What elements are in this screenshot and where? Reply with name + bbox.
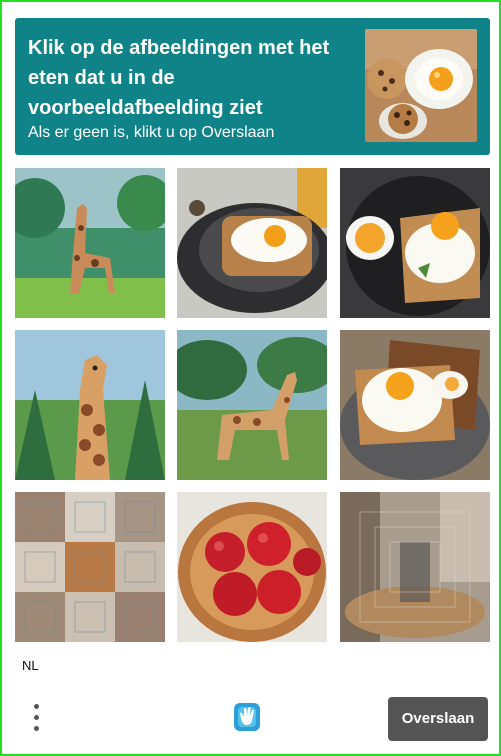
grid-tile[interactable] [15,168,165,318]
grid-tile[interactable] [15,330,165,480]
more-vertical-icon[interactable] [26,699,48,737]
language-selector[interactable]: NL [22,658,39,673]
noise-pattern-image [15,492,165,642]
image-grid [15,168,490,642]
captcha-frame: Klik op de afbeeldingen met het eten dat… [0,0,501,756]
apples-image [177,492,327,642]
giraffe-image [177,330,327,480]
grid-tile[interactable] [340,168,490,318]
example-image [365,29,477,142]
skip-button[interactable]: Overslaan [388,697,488,741]
challenge-subtitle: Als er geen is, klikt u op Overslaan [28,124,275,141]
hcaptcha-hand-icon[interactable] [231,700,263,734]
egg-toast-image [177,168,327,318]
grid-tile[interactable] [177,492,327,642]
egg-toast-image [340,168,490,318]
grid-tile[interactable] [177,168,327,318]
blurred-scene-image [340,492,490,642]
grid-tile[interactable] [340,330,490,480]
grid-tile[interactable] [340,492,490,642]
grid-tile[interactable] [15,492,165,642]
challenge-header: Klik op de afbeeldingen met het eten dat… [15,18,490,155]
giraffe-image [15,168,165,318]
challenge-title: Klik op de afbeeldingen met het eten dat… [28,37,330,119]
giraffe-image [15,330,165,480]
egg-toast-image [340,330,490,480]
grid-tile[interactable] [177,330,327,480]
